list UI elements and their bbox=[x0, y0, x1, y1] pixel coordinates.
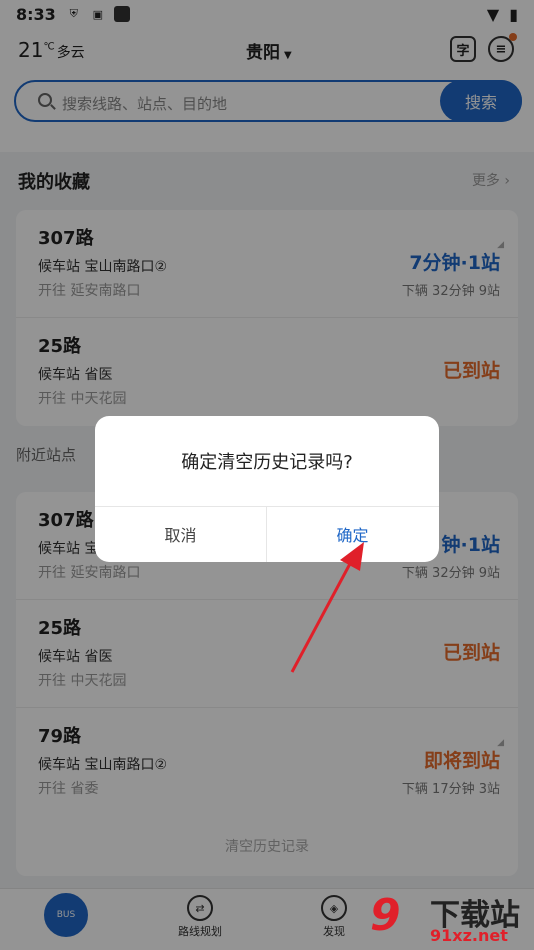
arrow-shaft bbox=[290, 559, 354, 673]
annotation-arrow bbox=[290, 542, 364, 673]
watermark-url: 91xz.net bbox=[430, 926, 508, 945]
arrow-head bbox=[340, 542, 364, 571]
watermark-nine: 9 bbox=[370, 890, 401, 941]
watermark-logo: 9 下载站 91xz.net bbox=[370, 886, 534, 950]
